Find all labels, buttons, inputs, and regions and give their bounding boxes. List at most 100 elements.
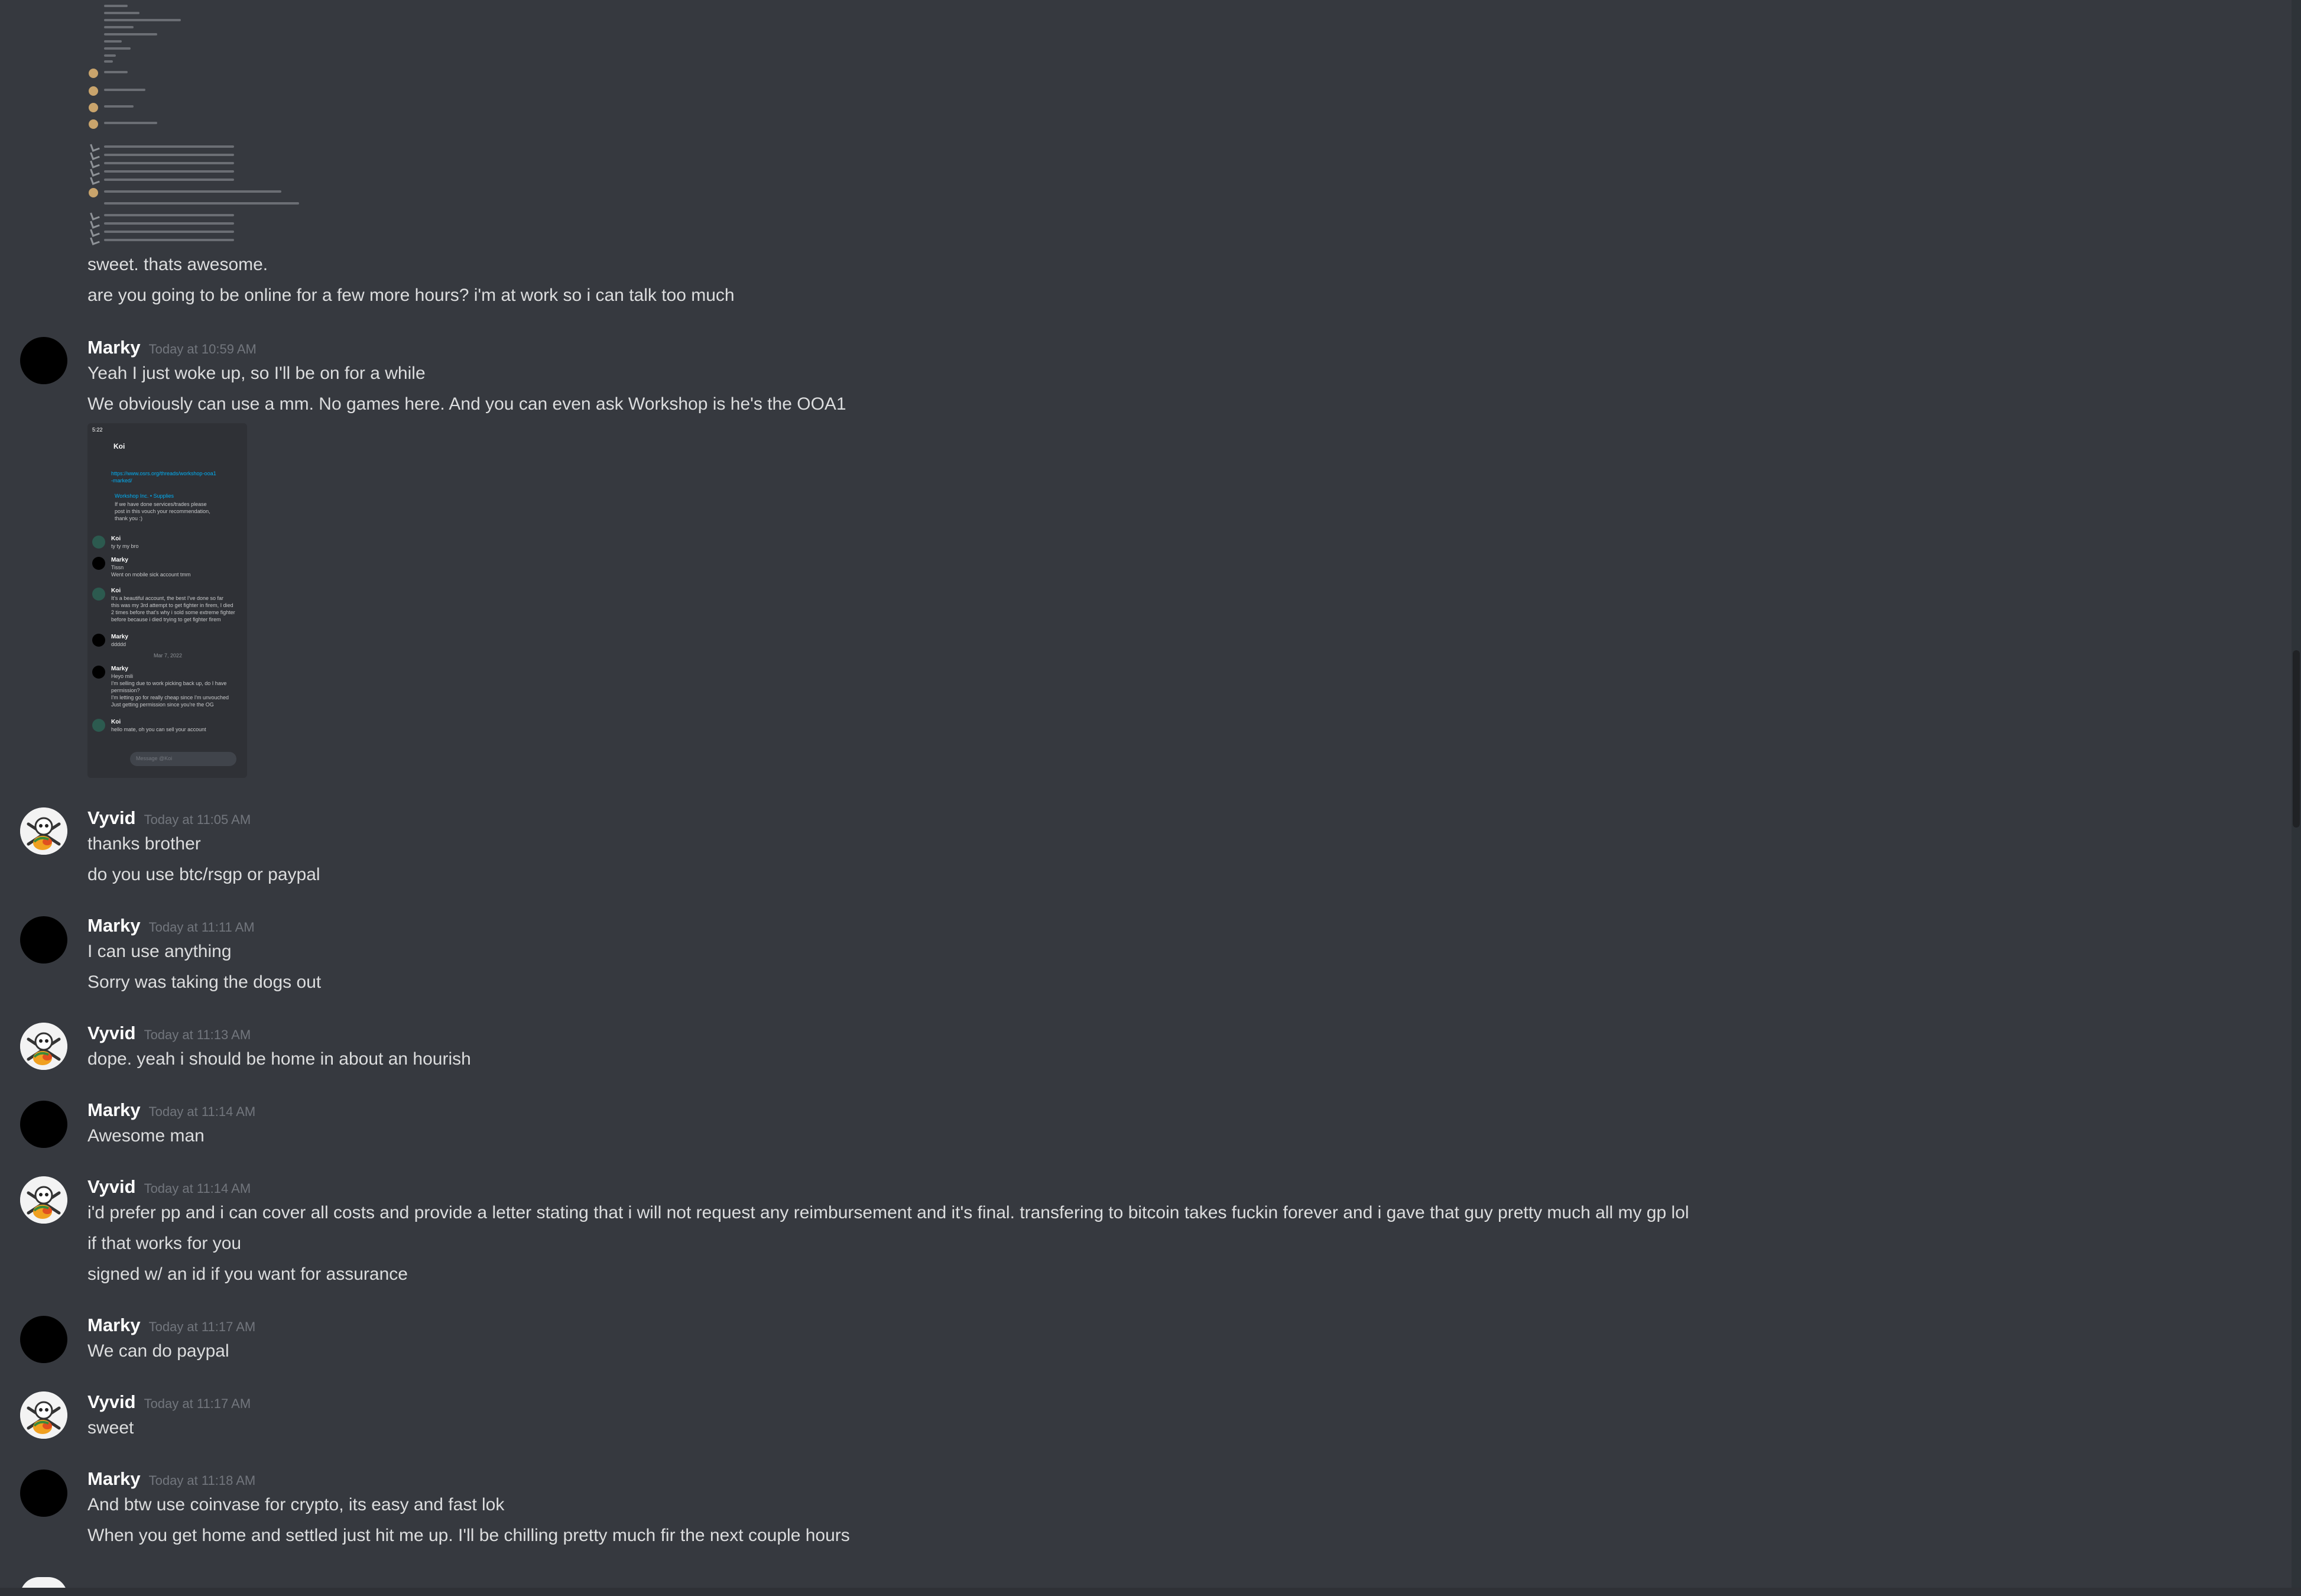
user-avatar[interactable] xyxy=(20,337,67,384)
embed-text: It's a beautiful account, the best I've … xyxy=(111,595,224,601)
message-line: We can do paypal xyxy=(87,1341,229,1361)
mini-text-line xyxy=(104,71,128,73)
user-avatar[interactable] xyxy=(20,1470,67,1517)
author-name[interactable]: Marky xyxy=(87,1315,141,1335)
message-timestamp: Today at 11:14 AM xyxy=(144,1181,251,1196)
skull-avatar-icon xyxy=(20,807,67,855)
mini-text-line xyxy=(104,231,234,233)
embed-text: I'm letting go for really cheap since I'… xyxy=(111,695,229,700)
user-avatar[interactable] xyxy=(20,1101,67,1148)
embed-text: I'm selling due to work picking back up,… xyxy=(111,680,227,686)
mini-text-line xyxy=(104,154,234,156)
embed-text: ty ty my bro xyxy=(111,543,139,549)
mini-text-line xyxy=(104,47,131,50)
mini-avatar xyxy=(89,119,98,129)
mini-text-line xyxy=(104,239,234,241)
message-line: I can use anything xyxy=(87,942,232,961)
embed-avatar xyxy=(92,719,105,732)
message-line: sweet xyxy=(87,1418,134,1438)
mini-text-line xyxy=(104,122,157,124)
message-line: signed w/ an id if you want for assuranc… xyxy=(87,1264,408,1284)
message-line: are you going to be online for a few mor… xyxy=(87,286,735,305)
embed-author: Koi xyxy=(111,719,121,725)
mini-text-line xyxy=(104,214,234,216)
message-line: dope. yeah i should be home in about an … xyxy=(87,1049,471,1069)
embed-text: If we have done services/trades please xyxy=(115,501,207,507)
scrollbar-track[interactable] xyxy=(2292,0,2301,1596)
chat-message-list: sweet. thats awesome. are you going to b… xyxy=(0,0,2301,1596)
call-icon xyxy=(90,175,100,185)
mini-text-line xyxy=(104,162,234,164)
embed-link: https://www.osrs.org/threads/workshop-oo… xyxy=(111,471,216,476)
message-timestamp: Today at 11:17 AM xyxy=(148,1319,256,1334)
skull-avatar-icon xyxy=(20,1176,67,1224)
mini-avatar xyxy=(89,103,98,112)
skull-avatar-icon xyxy=(20,1023,67,1070)
embed-author: Marky xyxy=(111,557,128,563)
mini-text-line xyxy=(104,33,157,35)
message-line: When you get home and settled just hit m… xyxy=(87,1526,850,1545)
call-icon xyxy=(90,235,100,245)
mini-text-line xyxy=(104,202,299,205)
embed-text: Tissn xyxy=(111,565,124,570)
author-name[interactable]: Marky xyxy=(87,337,141,358)
embed-text: this was my 3rd attempt to get fighter i… xyxy=(111,602,233,608)
author-name[interactable]: Marky xyxy=(87,1099,141,1120)
message-line: And btw use coinvase for crypto, its eas… xyxy=(87,1495,505,1514)
embed-message-input: Message @Koi xyxy=(130,752,236,766)
embed-avatar xyxy=(92,557,105,570)
user-avatar[interactable] xyxy=(20,1391,67,1439)
embed-input-placeholder: Message @Koi xyxy=(136,755,173,761)
embed-text: permission? xyxy=(111,687,140,693)
mini-text-line xyxy=(104,179,234,181)
message-timestamp: Today at 10:59 AM xyxy=(148,342,257,356)
message-timestamp: Today at 11:11 AM xyxy=(148,920,255,935)
embed-channel-name: Koi xyxy=(113,442,125,450)
user-avatar[interactable] xyxy=(20,807,67,855)
mini-text-line xyxy=(104,222,234,225)
embed-avatar xyxy=(92,536,105,549)
embed-author: Marky xyxy=(111,634,128,640)
message-line: thanks brother xyxy=(87,834,201,854)
mini-text-line xyxy=(104,54,116,57)
embed-text: before because i died trying to get figh… xyxy=(111,617,221,622)
author-name[interactable]: Vyvid xyxy=(87,1391,136,1412)
embed-text: Heyo mili xyxy=(111,673,134,679)
message-line: do you use btc/rsgp or paypal xyxy=(87,865,320,884)
embed-author: Koi xyxy=(111,588,121,594)
mini-text-line xyxy=(104,40,122,43)
embed-status-time: 5:22 xyxy=(92,427,103,433)
embed-text: post in this vouch your recommendation, xyxy=(115,508,210,514)
embed-author: Koi xyxy=(111,536,121,542)
message-timestamp: Today at 11:18 AM xyxy=(148,1473,256,1488)
message-line: sweet. thats awesome. xyxy=(87,255,268,274)
message-timestamp: Today at 11:17 AM xyxy=(144,1396,251,1411)
user-avatar[interactable] xyxy=(20,1023,67,1070)
earlier-screenshot-image xyxy=(83,0,437,248)
message-line: Yeah I just woke up, so I'll be on for a… xyxy=(87,364,426,383)
scrollbar-thumb[interactable] xyxy=(2293,650,2300,828)
mini-avatar xyxy=(89,188,98,197)
message-timestamp: Today at 11:05 AM xyxy=(144,812,251,827)
message-line: i'd prefer pp and i can cover all costs … xyxy=(87,1203,1689,1222)
mini-text-line xyxy=(104,105,134,108)
embed-link: -marked/ xyxy=(111,478,132,484)
attached-screenshot-image[interactable]: 5:22 Koi https://www.osrs.org/threads/wo… xyxy=(87,423,247,778)
user-avatar[interactable] xyxy=(20,1176,67,1224)
embed-text: hello mate, oh you can sell your account xyxy=(111,726,206,732)
author-name[interactable]: Vyvid xyxy=(87,1176,136,1197)
message-line: Awesome man xyxy=(87,1126,205,1146)
user-avatar[interactable] xyxy=(20,916,67,964)
author-name[interactable]: Vyvid xyxy=(87,1023,136,1043)
message-line: Sorry was taking the dogs out xyxy=(87,972,322,992)
user-avatar[interactable] xyxy=(20,1316,67,1363)
mini-text-line xyxy=(104,170,234,173)
author-name[interactable]: Marky xyxy=(87,1468,141,1489)
mini-text-line xyxy=(104,60,113,63)
mini-text-line xyxy=(104,89,145,91)
author-name[interactable]: Marky xyxy=(87,915,141,936)
author-name[interactable]: Vyvid xyxy=(87,807,136,828)
message-timestamp: Today at 11:14 AM xyxy=(148,1104,256,1119)
embed-date-divider: Mar 7, 2022 xyxy=(154,653,183,658)
mini-text-line xyxy=(104,145,234,148)
